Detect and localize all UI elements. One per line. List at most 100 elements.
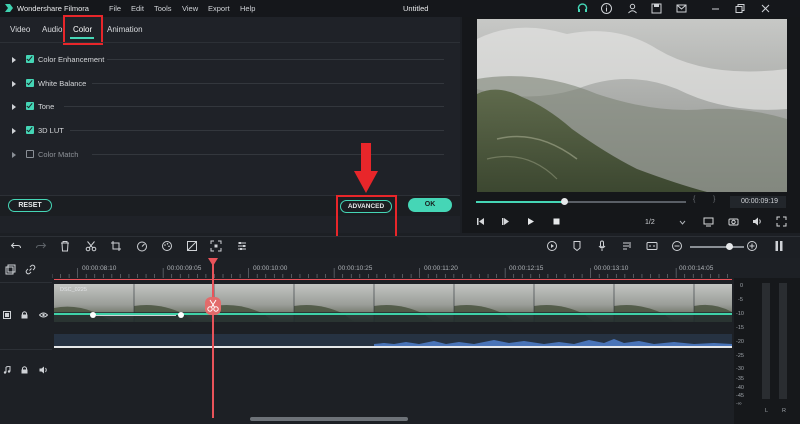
menu-view[interactable]: View — [182, 4, 198, 13]
filmora-logo-icon — [5, 4, 13, 12]
skip-back-icon[interactable] — [475, 216, 486, 227]
timeline-ruler[interactable] — [52, 262, 732, 278]
reset-button[interactable]: RESET — [8, 199, 52, 212]
expand-arrow-icon[interactable] — [12, 104, 16, 110]
fullscreen-icon[interactable] — [776, 216, 787, 227]
keyframe-connector — [96, 314, 176, 316]
lock-icon[interactable] — [21, 366, 28, 374]
video-preview — [477, 19, 787, 192]
menu-export[interactable]: Export — [208, 4, 230, 13]
playback-progress — [476, 201, 565, 203]
marker-icon[interactable] — [571, 240, 583, 252]
mail-icon[interactable] — [675, 2, 688, 15]
meter-channel-label: R — [782, 408, 786, 414]
microphone-icon[interactable] — [596, 240, 608, 252]
mark-in-icon[interactable]: { — [693, 196, 695, 203]
speed-icon[interactable] — [136, 240, 148, 252]
add-track-icon[interactable] — [5, 264, 16, 275]
divider — [107, 59, 444, 60]
save-icon[interactable] — [650, 2, 663, 15]
title-bar: Wondershare Filmora File Edit Tools View… — [0, 0, 800, 17]
pause-render-icon[interactable] — [773, 240, 785, 252]
restore-icon[interactable] — [733, 2, 746, 15]
render-icon[interactable] — [546, 240, 558, 252]
setting-label: 3D LUT — [38, 126, 64, 135]
ok-button[interactable]: OK — [408, 198, 452, 212]
checkbox-color-enhancement[interactable] — [26, 55, 34, 63]
cut-icon[interactable] — [85, 240, 97, 252]
delete-icon[interactable] — [59, 240, 71, 252]
green-screen-icon[interactable] — [186, 240, 198, 252]
undo-icon[interactable] — [10, 240, 22, 252]
step-back-icon[interactable] — [500, 216, 511, 227]
meter-scale-label: -20 — [736, 339, 744, 345]
ruler-tick-label: 00:00:12:15 — [509, 265, 544, 272]
link-icon[interactable] — [25, 264, 36, 275]
expand-arrow-icon[interactable] — [12, 81, 16, 87]
subtitle-icon[interactable] — [646, 240, 658, 252]
expand-arrow-icon[interactable] — [12, 152, 16, 158]
snapshot-icon[interactable] — [728, 216, 739, 227]
ruler-tick-label: 00:00:13:10 — [594, 265, 629, 272]
keyframe-handle[interactable] — [178, 312, 184, 318]
expand-arrow-icon[interactable] — [12, 128, 16, 134]
meter-scale-label: -25 — [736, 353, 744, 359]
setting-label: Tone — [38, 102, 55, 111]
video-track-header — [0, 282, 52, 350]
divider — [92, 83, 444, 84]
ruler-tick-label: 00:00:10:25 — [338, 265, 373, 272]
account-icon[interactable] — [626, 2, 639, 15]
setting-label: Color Match — [38, 150, 79, 159]
split-scissors-icon[interactable] — [205, 297, 221, 315]
setting-label: Color Enhancement — [38, 55, 105, 64]
display-icon[interactable] — [703, 216, 714, 227]
audio-track-divider — [54, 346, 732, 348]
audio-mixer-icon[interactable] — [236, 240, 248, 252]
info-icon[interactable] — [600, 2, 613, 15]
timecode-display: 00:00:09:19 — [741, 198, 778, 205]
minimize-icon[interactable] — [709, 2, 722, 15]
checkbox-white-balance[interactable] — [26, 79, 34, 87]
menu-tools[interactable]: Tools — [154, 4, 172, 13]
tab-animation[interactable]: Animation — [107, 25, 143, 34]
zoom-out-icon[interactable] — [671, 240, 683, 252]
zoom-in-icon[interactable] — [746, 240, 758, 252]
checkbox-3d-lut[interactable] — [26, 126, 34, 134]
quality-select[interactable]: 1/2 — [645, 219, 655, 226]
menu-edit[interactable]: Edit — [131, 4, 144, 13]
play-icon[interactable] — [525, 216, 536, 227]
playhead[interactable] — [212, 262, 214, 418]
setting-label: White Balance — [38, 79, 87, 88]
document-title: Untitled — [403, 4, 429, 13]
stop-icon[interactable] — [551, 216, 562, 227]
meter-scale-label: -15 — [736, 325, 744, 331]
sync-icon[interactable] — [576, 2, 589, 15]
fit-screen-icon[interactable] — [210, 240, 222, 252]
expand-arrow-icon[interactable] — [12, 57, 16, 63]
divider — [70, 130, 444, 131]
video-clip[interactable] — [54, 284, 732, 322]
zoom-slider-track[interactable] — [690, 246, 744, 248]
zoom-slider-handle[interactable] — [726, 243, 733, 250]
chevron-down-icon[interactable] — [677, 217, 688, 228]
ruler-tick-label: 00:00:08:10 — [82, 265, 117, 272]
redo-icon[interactable] — [35, 240, 47, 252]
tab-video[interactable]: Video — [10, 25, 30, 34]
tab-audio[interactable]: Audio — [42, 25, 62, 34]
meter-bar-right — [779, 283, 787, 399]
meter-scale-label: -5 — [738, 297, 743, 303]
voiceover-icon[interactable] — [621, 240, 633, 252]
crop-icon[interactable] — [110, 240, 122, 252]
mark-out-icon[interactable]: } — [713, 196, 715, 203]
timeline-scrollbar[interactable] — [250, 417, 408, 421]
meter-scale-label: -35 — [736, 376, 744, 382]
color-palette-icon[interactable] — [161, 240, 173, 252]
menu-file[interactable]: File — [109, 4, 121, 13]
checkbox-color-match[interactable] — [26, 150, 34, 158]
ruler-tick-label: 00:00:09:05 — [167, 265, 202, 272]
close-icon[interactable] — [759, 2, 772, 15]
speaker-icon[interactable] — [39, 366, 48, 374]
checkbox-tone[interactable] — [26, 102, 34, 110]
menu-help[interactable]: Help — [240, 4, 255, 13]
volume-icon[interactable] — [752, 216, 763, 227]
